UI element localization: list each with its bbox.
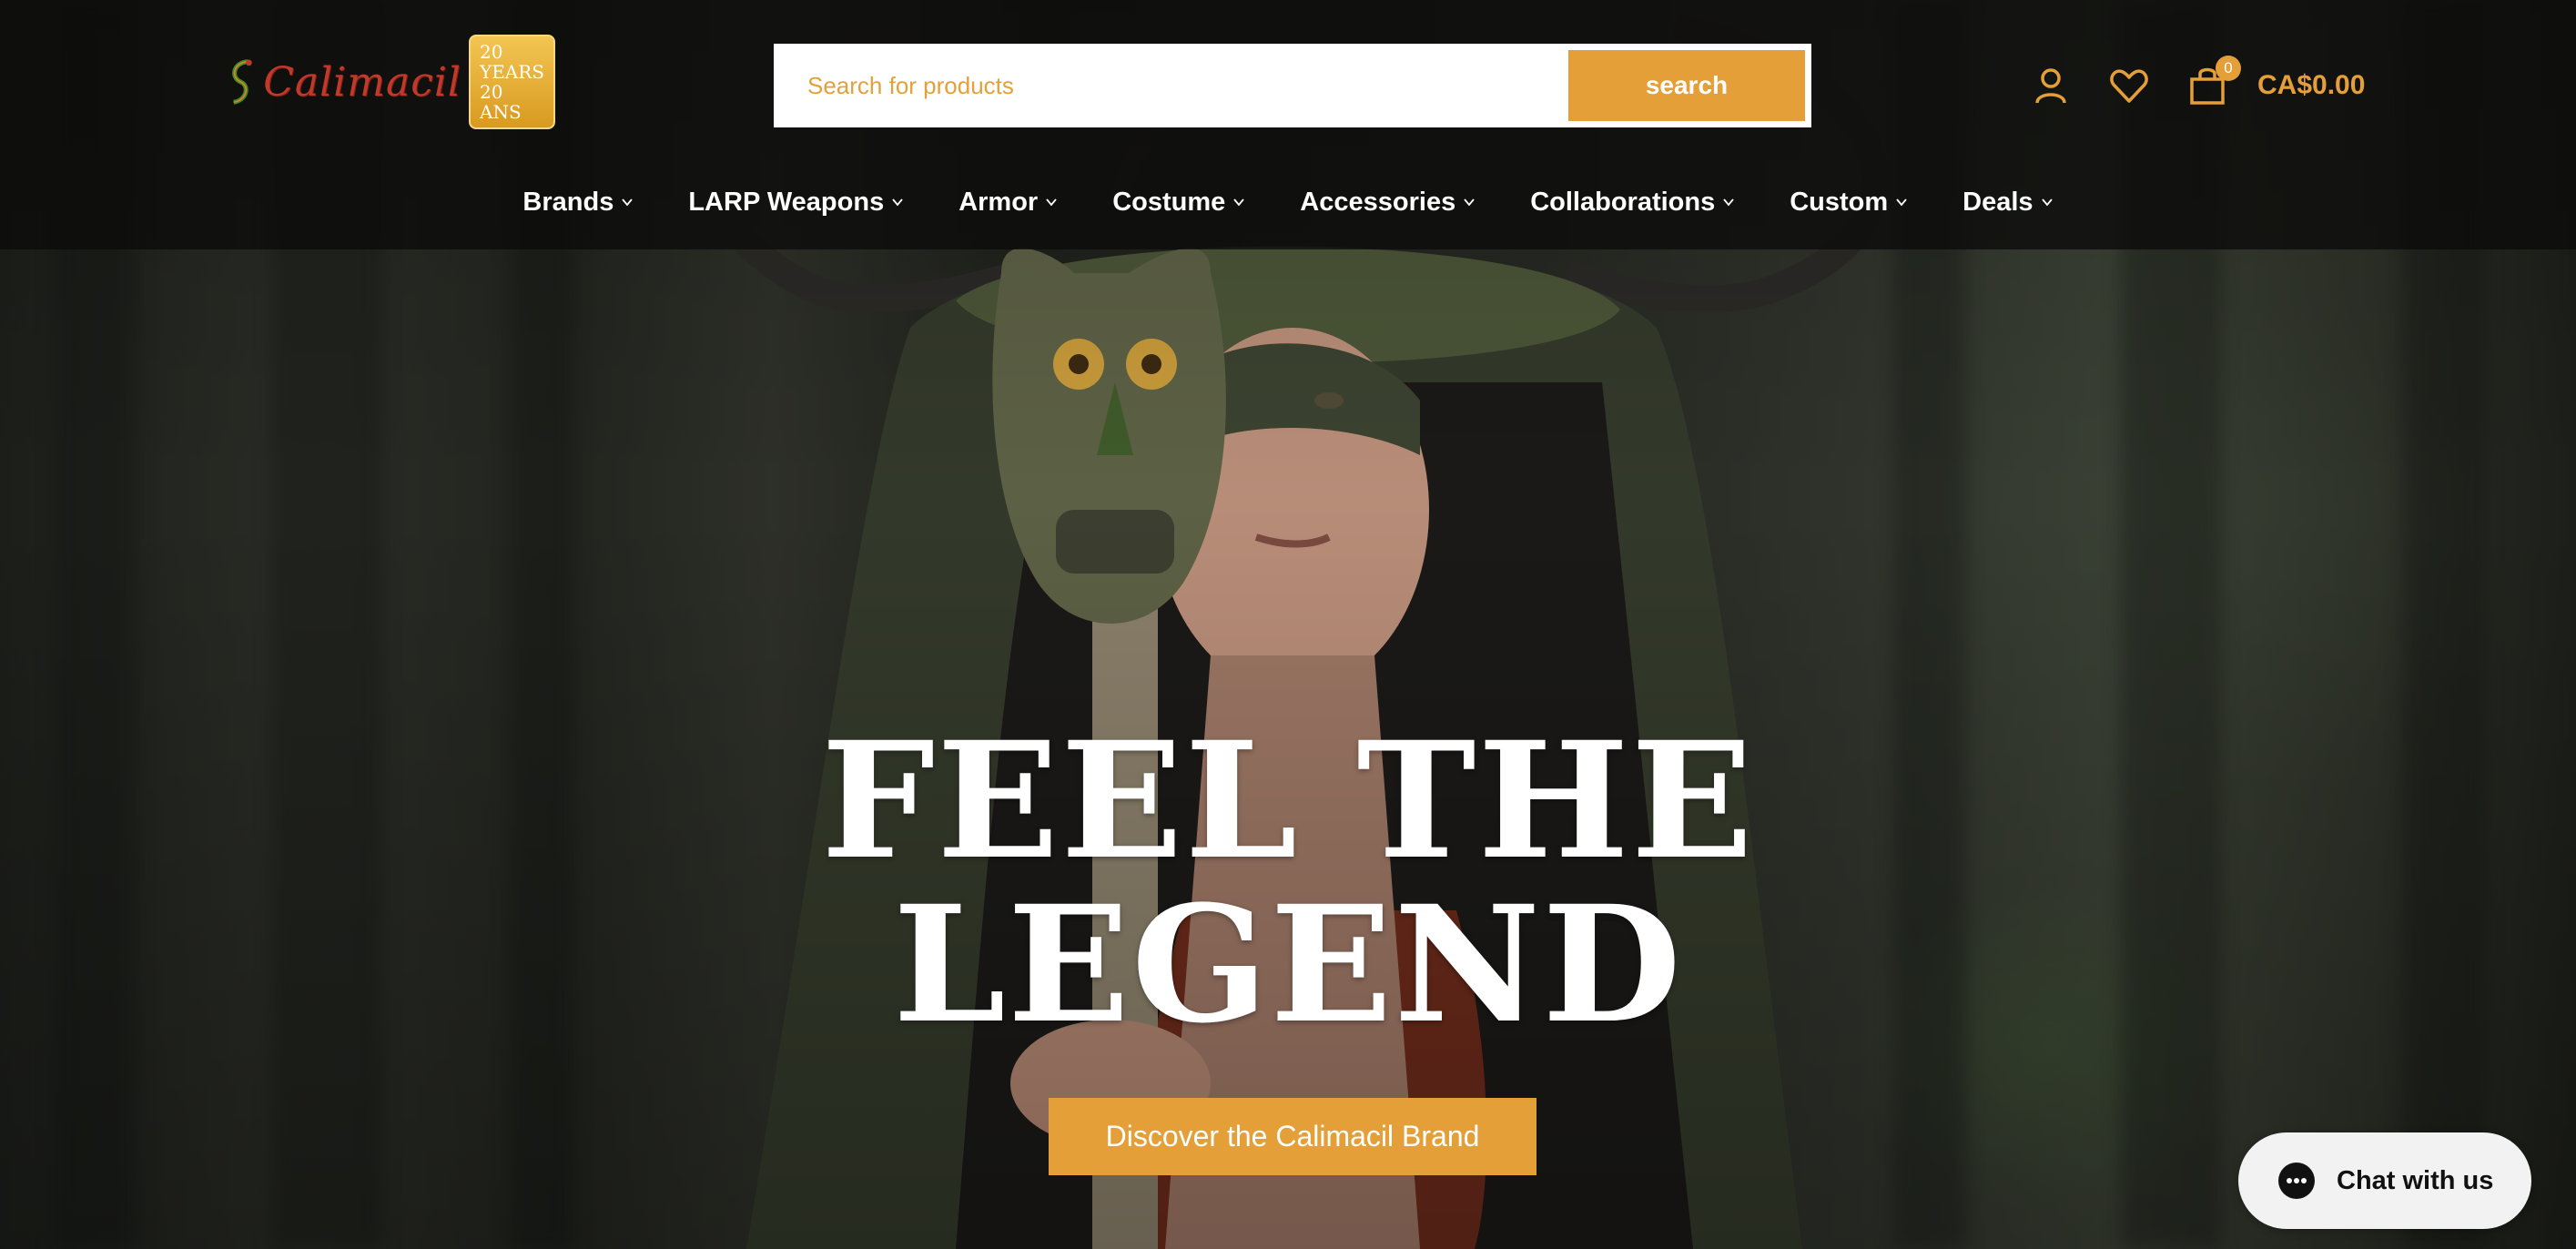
calimacil-logo[interactable]: Calimacil 20 YEARS 20 ANS: [228, 35, 555, 129]
nav-item-custom[interactable]: Custom: [1762, 178, 1935, 226]
main-navigation: Brands LARP Weapons Armor Costume Access…: [0, 178, 2576, 226]
cart-count-badge: 0: [2216, 56, 2241, 81]
nav-label: Brands: [522, 187, 614, 217]
nav-item-deals[interactable]: Deals: [1935, 178, 2080, 226]
chat-bubble-icon: [2278, 1163, 2315, 1199]
chevron-down-icon: [1233, 198, 1244, 207]
anniversary-badge: 20 YEARS 20 ANS: [469, 35, 555, 129]
chevron-down-icon: [1723, 198, 1734, 207]
logo-wordmark: Calimacil: [263, 58, 461, 106]
chevron-down-icon: [2041, 198, 2053, 207]
search-bar: search: [774, 44, 1811, 127]
chevron-down-icon: [622, 198, 634, 207]
nav-item-costume[interactable]: Costume: [1085, 178, 1273, 226]
cart-total[interactable]: CA$0.00: [2257, 70, 2365, 101]
nav-label: LARP Weapons: [688, 187, 885, 217]
nav-item-larp-weapons[interactable]: LARP Weapons: [661, 178, 931, 226]
discover-brand-button[interactable]: Discover the Calimacil Brand: [1049, 1098, 1536, 1175]
account-icon[interactable]: [2030, 65, 2072, 107]
badge-line-2: 20 ANS: [480, 81, 522, 123]
dragon-logo-icon: [232, 59, 252, 105]
hero-title-line-1: FEEL THE: [821, 706, 1755, 895]
badge-line-1: 20 YEARS: [480, 41, 545, 83]
nav-item-armor[interactable]: Armor: [931, 178, 1085, 226]
chat-label: Chat with us: [2337, 1165, 2494, 1195]
nav-label: Deals: [1962, 187, 2033, 217]
site-header: Calimacil 20 YEARS 20 ANS search: [0, 0, 2576, 249]
chevron-down-icon: [1464, 198, 1475, 207]
shopping-bag-icon[interactable]: 0: [2186, 56, 2241, 107]
nav-item-collaborations[interactable]: Collaborations: [1503, 178, 1762, 226]
nav-label: Custom: [1790, 187, 1889, 217]
chevron-down-icon: [892, 198, 903, 207]
page: Calimacil 20 YEARS 20 ANS search: [0, 0, 2576, 1249]
search-input[interactable]: [776, 46, 1568, 125]
nav-label: Costume: [1112, 187, 1226, 217]
nav-item-accessories[interactable]: Accessories: [1273, 178, 1503, 226]
chevron-down-icon: [1046, 198, 1057, 207]
nav-label: Armor: [958, 187, 1039, 217]
nav-label: Accessories: [1300, 187, 1456, 217]
hero-title-line-2: LEGEND: [893, 870, 1683, 1059]
hero-title: FEEL THE LEGEND: [0, 719, 2576, 1047]
nav-label: Collaborations: [1530, 187, 1716, 217]
header-actions: 0 CA$0.00: [2030, 56, 2365, 115]
wishlist-heart-icon[interactable]: [2108, 65, 2150, 107]
chat-widget-button[interactable]: Chat with us: [2238, 1132, 2531, 1229]
search-button[interactable]: search: [1568, 50, 1805, 121]
nav-item-brands[interactable]: Brands: [495, 178, 661, 226]
chevron-down-icon: [1896, 198, 1907, 207]
